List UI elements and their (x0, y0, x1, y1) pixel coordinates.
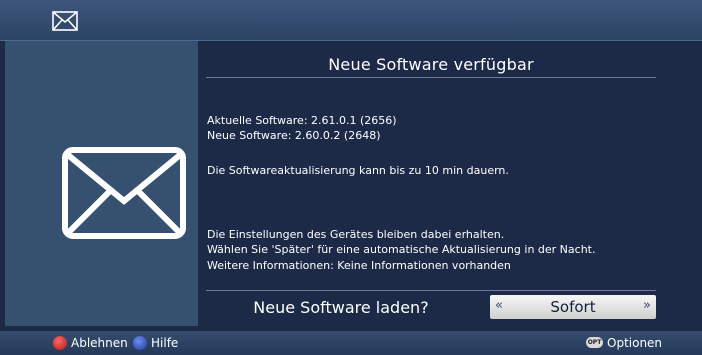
bottom-divider (206, 290, 656, 291)
options-label[interactable]: Optionen (607, 336, 662, 350)
duration-note: Die Softwareaktualisierung kann bis zu 1… (207, 164, 509, 177)
options-key-icon[interactable]: OPT (586, 337, 603, 348)
chevron-right-icon[interactable]: » (643, 298, 651, 313)
title-divider (206, 77, 656, 78)
help-label[interactable]: Hilfe (151, 336, 178, 350)
new-software-text: Neue Software: 2.60.0.2 (2648) (207, 129, 381, 142)
envelope-icon (52, 11, 78, 31)
dialog-title: Neue Software verfügbar (328, 55, 534, 74)
update-time-selector[interactable]: « Sofort » (490, 295, 656, 319)
selector-value: Sofort (550, 298, 596, 316)
reject-label[interactable]: Ablehnen (71, 336, 128, 350)
footer-bar: Ablehnen Hilfe OPT Optionen (0, 331, 702, 355)
update-question: Neue Software laden? (253, 298, 429, 317)
settings-note: Die Einstellungen des Gerätes bleiben da… (207, 228, 505, 241)
top-bar (0, 0, 702, 41)
current-software-text: Aktuelle Software: 2.61.0.1 (2656) (207, 114, 397, 127)
blue-button-icon[interactable] (133, 336, 147, 350)
red-button-icon[interactable] (53, 336, 67, 350)
later-note: Wählen Sie 'Später' für eine automatisch… (207, 243, 596, 256)
more-info-text: Weitere Informationen: Keine Information… (207, 259, 511, 272)
left-panel (5, 41, 198, 326)
update-dialog: Neue Software verfügbar Aktuelle Softwar… (198, 41, 697, 326)
envelope-icon (62, 147, 186, 239)
chevron-left-icon[interactable]: « (495, 298, 503, 313)
